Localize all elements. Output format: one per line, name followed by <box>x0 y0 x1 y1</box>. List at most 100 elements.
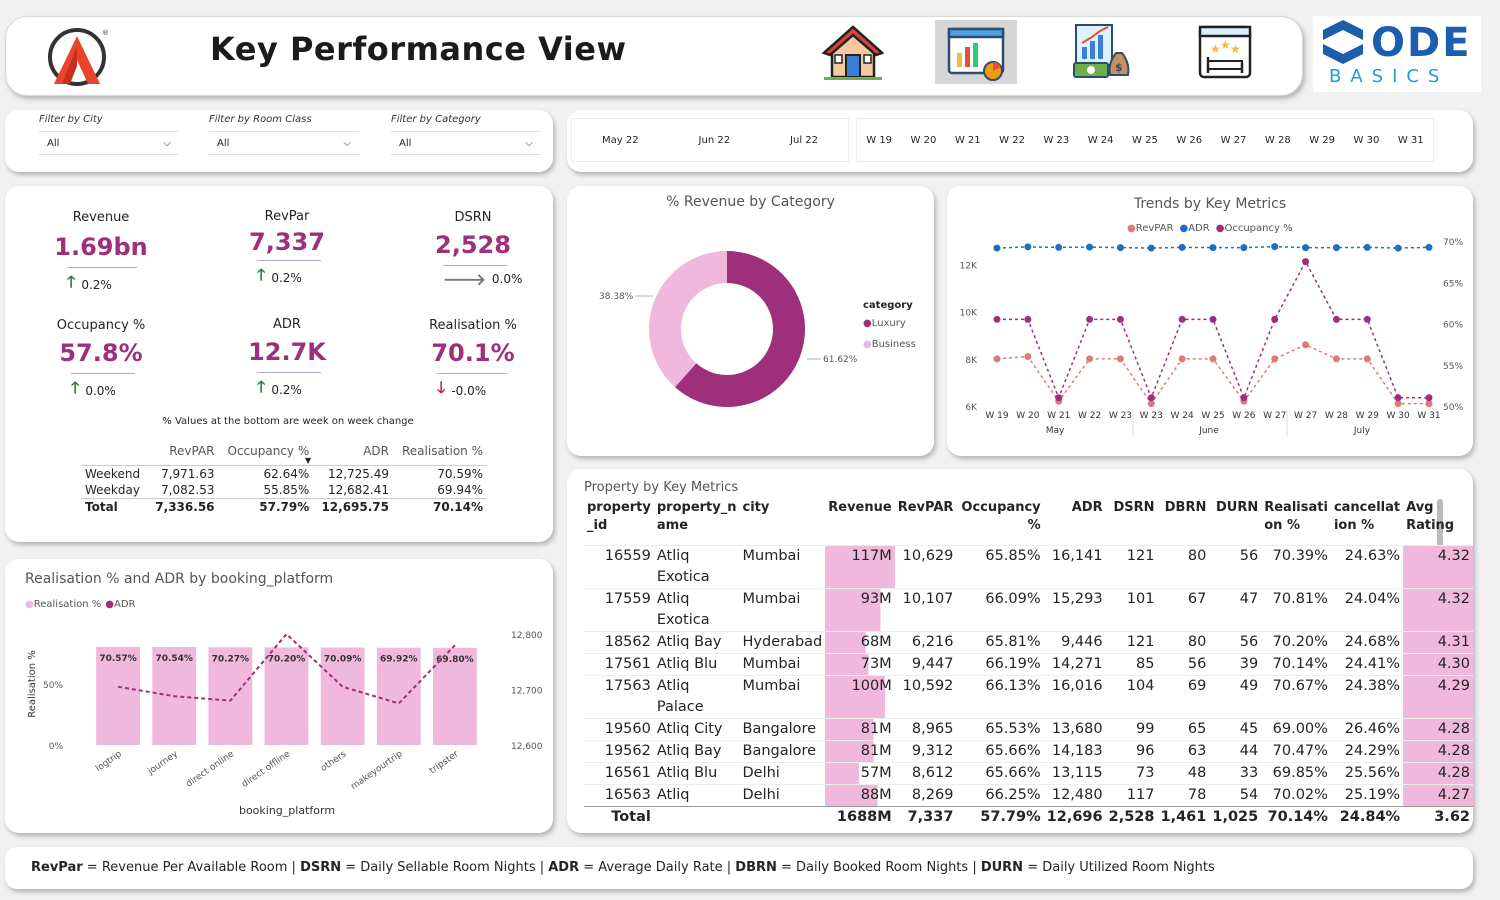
data-point[interactable] <box>1425 394 1433 402</box>
data-point[interactable] <box>1209 315 1217 323</box>
table-row[interactable]: 17561 Atliq Blu Mumbai 73M 9,447 66.19% 14,271… <box>584 653 1473 675</box>
data-point[interactable] <box>1147 394 1155 402</box>
city-filter[interactable]: Filter by City All ⌵ <box>39 114 179 155</box>
data-point[interactable] <box>1116 244 1124 252</box>
data-point[interactable] <box>1209 244 1217 252</box>
col-header[interactable]: DURN <box>1209 499 1261 545</box>
table-row[interactable]: 16563 Atliq Delhi 88M 8,269 66.25% 12,480 117 78… <box>584 784 1473 806</box>
table-row[interactable]: 17559 Atliq Exotica Mumbai 93M 10,107 66.09% 15… <box>584 588 1473 631</box>
table-row[interactable]: 18562 Atliq Bay Hyderabad 68M 6,216 65.81% 9,4… <box>584 631 1473 653</box>
room-class-filter-dropdown[interactable]: All ⌵ <box>209 131 359 155</box>
data-point[interactable] <box>1302 341 1310 349</box>
table-row[interactable]: 16559 Atliq Exotica Mumbai 117M 10,629 65.85% 1… <box>584 545 1473 588</box>
week-chip[interactable]: W 28 <box>1265 135 1291 146</box>
week-chip[interactable]: W 21 <box>955 135 981 146</box>
week-chip[interactable]: W 30 <box>1354 135 1380 146</box>
week-chip[interactable]: W 23 <box>1043 135 1069 146</box>
data-point[interactable] <box>1394 244 1402 252</box>
data-point[interactable] <box>1178 243 1186 251</box>
data-point[interactable] <box>1086 315 1094 323</box>
col-header[interactable]: Revenue <box>825 499 894 545</box>
data-point[interactable] <box>1240 394 1248 402</box>
col-header[interactable]: property_n ame <box>654 499 740 545</box>
data-point[interactable] <box>1024 353 1032 360</box>
data-point[interactable] <box>1302 244 1310 252</box>
week-chip[interactable]: W 22 <box>999 135 1025 146</box>
col-header[interactable]: cancellat ion % <box>1331 499 1403 545</box>
data-point[interactable] <box>1116 315 1124 323</box>
data-point[interactable] <box>1363 315 1371 323</box>
data-point[interactable] <box>1116 355 1124 363</box>
data-point[interactable] <box>1271 315 1279 323</box>
data-point[interactable] <box>993 355 1001 363</box>
table-row[interactable]: 19560 Atliq City Bangalore 81M 8,965 65.53% 13… <box>584 718 1473 740</box>
data-point[interactable] <box>1178 355 1186 363</box>
cell: 65.81% <box>985 633 1041 650</box>
x-tick: W 22 <box>1078 411 1101 421</box>
bar-label: 70.27% <box>212 654 250 664</box>
week-chip[interactable]: W 29 <box>1309 135 1335 146</box>
data-point[interactable] <box>1178 315 1186 323</box>
week-chip[interactable]: W 25 <box>1132 135 1158 146</box>
data-point[interactable] <box>1425 243 1433 251</box>
month-chip[interactable]: Jul 22 <box>790 135 818 146</box>
col-header[interactable]: RevPAR <box>895 499 957 545</box>
col-header[interactable]: DSRN <box>1106 499 1158 545</box>
col-header[interactable]: property _id <box>584 499 654 545</box>
data-point[interactable] <box>1332 244 1340 252</box>
data-point[interactable] <box>1240 244 1248 252</box>
week-chip[interactable]: W 27 <box>1221 135 1247 146</box>
nav-kpi-button[interactable] <box>935 20 1017 84</box>
data-point[interactable] <box>1363 243 1371 251</box>
table-row[interactable]: 16561 Atliq Blu Delhi 57M 8,612 65.66% 13,115 7… <box>584 762 1473 784</box>
donut-slice-business[interactable] <box>649 251 727 388</box>
week-chip[interactable]: W 20 <box>911 135 937 146</box>
table-row[interactable]: 19562 Atliq Bay Bangalore 81M 9,312 65.66% 14,… <box>584 740 1473 762</box>
nav-revenue-button[interactable]: $ <box>1058 20 1140 84</box>
cell: 12,682.41 <box>327 482 390 497</box>
data-point[interactable] <box>1147 244 1155 252</box>
data-point[interactable] <box>1271 355 1279 363</box>
kpi-revenue: Revenue 1.69bn 🡑 0.2% <box>31 210 171 298</box>
cell: Atliq Exotica <box>656 547 710 585</box>
data-point[interactable] <box>1024 243 1032 251</box>
col-header[interactable]: Realisati on % <box>1261 499 1331 545</box>
data-point[interactable] <box>1055 243 1063 251</box>
data-point[interactable] <box>1086 355 1094 363</box>
month-chip[interactable]: Jun 22 <box>699 135 731 146</box>
col-header[interactable]: Avg Rating <box>1403 499 1473 545</box>
week-chip[interactable]: W 31 <box>1398 135 1424 146</box>
table-title: Property by Key Metrics <box>584 480 739 495</box>
nav-hotel-button[interactable]: ★ ★ ★ <box>1184 20 1266 84</box>
week-chip[interactable]: W 26 <box>1176 135 1202 146</box>
week-chip[interactable]: W 24 <box>1088 135 1114 146</box>
category-filter-dropdown[interactable]: All ⌵ <box>391 131 541 155</box>
data-point[interactable] <box>993 244 1001 252</box>
cell: 7,336.56 <box>155 499 215 514</box>
col-header[interactable]: city <box>740 499 826 545</box>
data-point[interactable] <box>1055 394 1063 402</box>
city-filter-dropdown[interactable]: All ⌵ <box>39 131 179 155</box>
room-class-filter-label: Filter by Room Class <box>209 114 312 125</box>
data-point[interactable] <box>1271 243 1279 251</box>
table-row[interactable]: 17563 Atliq Palace Mumbai 100M 10,592 66.13% 16… <box>584 675 1473 718</box>
data-point[interactable] <box>1332 355 1340 363</box>
data-point[interactable] <box>993 315 1001 323</box>
data-point[interactable] <box>1332 315 1340 323</box>
room-class-filter[interactable]: Filter by Room Class All ⌵ <box>209 114 359 155</box>
data-point[interactable] <box>1302 258 1310 266</box>
category-filter[interactable]: Filter by Category All ⌵ <box>391 114 541 155</box>
month-chip[interactable]: May 22 <box>602 135 639 146</box>
col-header[interactable]: DBRN <box>1157 499 1209 545</box>
data-point[interactable] <box>1086 243 1094 251</box>
sort-desc-icon[interactable]: ▼ <box>305 456 311 465</box>
y-tick-right: 70% <box>1443 238 1463 248</box>
data-point[interactable] <box>1024 315 1032 323</box>
data-point[interactable] <box>1394 394 1402 402</box>
col-header[interactable]: Occupancy % <box>956 499 1043 545</box>
data-point[interactable] <box>1209 355 1217 363</box>
week-chip[interactable]: W 19 <box>866 135 892 146</box>
col-header[interactable]: ADR <box>1044 499 1106 545</box>
data-point[interactable] <box>1363 355 1371 363</box>
nav-home-button[interactable] <box>812 20 894 84</box>
